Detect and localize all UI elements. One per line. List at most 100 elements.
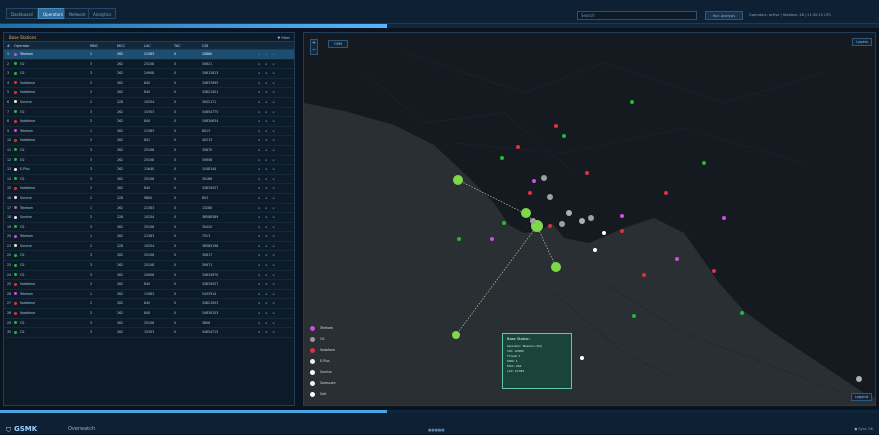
zoom-out-button[interactable]: −: [311, 47, 317, 54]
station-marker[interactable]: [593, 248, 597, 252]
station-marker[interactable]: [620, 229, 624, 233]
table-row[interactable]: 24 O2 3 262 24908 0 34634970 ▪ ▪ ▪: [4, 271, 294, 281]
filter-button[interactable]: ▼ Filter: [278, 34, 290, 43]
station-marker[interactable]: [630, 100, 634, 104]
table-row[interactable]: 28 Vodafone 2 262 840 0 34830253 ▪ ▪ ▪: [4, 309, 294, 319]
row-actions[interactable]: ▪ ▪ ▪: [258, 328, 294, 337]
row-actions[interactable]: ▪ ▪ ▪: [258, 309, 294, 318]
col-mcc[interactable]: MCC: [117, 42, 144, 49]
row-actions[interactable]: ▪ ▪ ▪: [258, 271, 294, 280]
station-marker[interactable]: [532, 179, 536, 183]
station-marker[interactable]: [554, 124, 558, 128]
row-actions[interactable]: ▪ ▪ ▪: [258, 50, 294, 59]
station-marker[interactable]: [585, 171, 589, 175]
table-row[interactable]: 13 E-Plus 3 262 11640 0 1048144 ▪ ▪ ▪: [4, 165, 294, 175]
row-actions[interactable]: ▪ ▪ ▪: [258, 175, 294, 184]
row-actions[interactable]: ▪ ▪ ▪: [258, 108, 294, 117]
row-actions[interactable]: ▪ ▪ ▪: [258, 60, 294, 69]
col-tac[interactable]: TAC: [174, 42, 202, 49]
col-mnc[interactable]: MNC: [90, 42, 117, 49]
station-marker[interactable]: [856, 376, 862, 382]
map-view[interactable]: + − OSM Layers Legend Telekom O2 Vodafone E…: [303, 32, 876, 406]
legend-item[interactable]: O2: [310, 334, 370, 345]
legend-item[interactable]: E-Plus: [310, 356, 370, 367]
station-marker[interactable]: [579, 218, 585, 224]
station-marker[interactable]: [632, 314, 636, 318]
zoom-in-button[interactable]: +: [311, 40, 317, 47]
station-marker[interactable]: [452, 331, 460, 339]
row-actions[interactable]: ▪ ▪ ▪: [258, 299, 294, 308]
station-marker[interactable]: [453, 175, 463, 185]
table-row[interactable]: 12 O2 3 262 25108 0 30658 ▪ ▪ ▪: [4, 156, 294, 166]
row-actions[interactable]: ▪ ▪ ▪: [258, 136, 294, 145]
station-marker[interactable]: [642, 273, 646, 277]
station-marker[interactable]: [620, 214, 624, 218]
col-cid[interactable]: CID: [202, 42, 258, 49]
legend-item[interactable]: Sunrise: [310, 367, 370, 378]
legend-button[interactable]: Legend: [851, 393, 872, 401]
station-marker[interactable]: [712, 269, 716, 273]
table-row[interactable]: 3 O2 3 262 24908 0 34612813 ▪ ▪ ▪: [4, 69, 294, 79]
table-row[interactable]: 22 O2 3 262 25108 0 30817 ▪ ▪ ▪: [4, 251, 294, 262]
station-marker[interactable]: [548, 224, 552, 228]
row-actions[interactable]: ▪ ▪ ▪: [258, 127, 294, 136]
table-row[interactable]: 18 Sunrise 2 228 10254 0 38588389 ▪ ▪ ▪: [4, 213, 294, 223]
station-marker[interactable]: [602, 231, 606, 235]
row-actions[interactable]: ▪ ▪ ▪: [258, 184, 294, 193]
row-actions[interactable]: ▪ ▪ ▪: [258, 98, 294, 107]
table-row[interactable]: 26 Telekom 1 262 11983 0 3433514 ▪ ▪ ▪: [4, 290, 294, 300]
station-marker[interactable]: [530, 218, 536, 224]
search-input[interactable]: Search: [577, 11, 697, 20]
table-row[interactable]: 21 Sunrise 2 228 10254 0 38585198 ▪ ▪ ▪: [4, 242, 294, 252]
station-marker[interactable]: [500, 156, 504, 160]
row-actions[interactable]: ▪ ▪ ▪: [258, 232, 294, 241]
row-actions[interactable]: ▪ ▪ ▪: [258, 290, 294, 299]
table-row[interactable]: 30 O2 3 262 15303 0 54654715 ▪ ▪ ▪: [4, 328, 294, 338]
station-marker[interactable]: [722, 216, 726, 220]
table-row[interactable]: 27 Vodafone 2 262 840 0 34821003 ▪ ▪ ▪: [4, 299, 294, 310]
table-row[interactable]: 8 Vodafone 2 262 840 0 34820634 ▪ ▪ ▪: [4, 117, 294, 127]
station-marker[interactable]: [566, 210, 572, 216]
table-row[interactable]: 10 Vodafone 2 262 841 0 40213 ▪ ▪ ▪: [4, 136, 294, 146]
tab-network[interactable]: Network: [64, 8, 91, 19]
station-marker[interactable]: [551, 262, 561, 272]
station-marker[interactable]: [559, 221, 565, 227]
col-index[interactable]: #: [4, 42, 14, 49]
map-canvas[interactable]: [304, 33, 876, 406]
station-marker[interactable]: [490, 237, 494, 241]
col-operator[interactable]: Operator: [14, 42, 90, 49]
table-row[interactable]: 7 O2 3 262 15303 0 54654775 ▪ ▪ ▪: [4, 108, 294, 118]
station-marker[interactable]: [541, 175, 547, 181]
station-marker[interactable]: [516, 145, 520, 149]
map-layer-label[interactable]: OSM: [328, 40, 348, 48]
table-row[interactable]: 5 Vodafone 2 262 840 0 34821401 ▪ ▪ ▪: [4, 88, 294, 98]
row-actions[interactable]: ▪ ▪ ▪: [258, 156, 294, 165]
row-actions[interactable]: ▪ ▪ ▪: [258, 204, 294, 213]
row-actions[interactable]: ▪ ▪ ▪: [258, 79, 294, 88]
row-actions[interactable]: ▪ ▪ ▪: [258, 280, 294, 289]
station-marker[interactable]: [502, 221, 506, 225]
table-row[interactable]: 29 O2 3 262 25108 0 3808 ▪ ▪ ▪: [4, 319, 294, 329]
row-actions[interactable]: ▪ ▪ ▪: [258, 165, 294, 174]
table-row[interactable]: 2 O2 3 262 25108 0 30821 ▪ ▪ ▪: [4, 60, 294, 70]
row-actions[interactable]: ▪ ▪ ▪: [258, 146, 294, 155]
station-marker[interactable]: [521, 208, 531, 218]
row-actions[interactable]: ▪ ▪ ▪: [258, 223, 294, 232]
station-marker[interactable]: [675, 257, 679, 261]
row-actions[interactable]: ▪ ▪ ▪: [258, 194, 294, 203]
station-marker[interactable]: [457, 237, 461, 241]
station-marker[interactable]: [547, 194, 553, 200]
row-actions[interactable]: ▪ ▪ ▪: [258, 319, 294, 328]
station-marker[interactable]: [562, 134, 566, 138]
station-marker[interactable]: [664, 191, 668, 195]
row-actions[interactable]: ▪ ▪ ▪: [258, 251, 294, 260]
row-actions[interactable]: ▪ ▪ ▪: [258, 69, 294, 78]
run-analysis-button[interactable]: Run Analysis: [705, 11, 743, 20]
table-row[interactable]: 1 Telekom 1 262 21383 0 10880 ▪ ▪ ▪: [4, 50, 294, 60]
table-row[interactable]: 14 O2 3 262 25108 0 30166 ▪ ▪ ▪: [4, 175, 294, 185]
col-lac[interactable]: LAC: [144, 42, 174, 49]
legend-item[interactable]: Swisscom: [310, 378, 370, 389]
table-row[interactable]: 4 Vodafone 2 262 840 0 34837695 ▪ ▪ ▪: [4, 79, 294, 89]
table-row[interactable]: 17 Telekom 1 262 21383 0 13280 ▪ ▪ ▪: [4, 204, 294, 214]
table-row[interactable]: 23 O2 3 262 25108 0 30671 ▪ ▪ ▪: [4, 261, 294, 271]
